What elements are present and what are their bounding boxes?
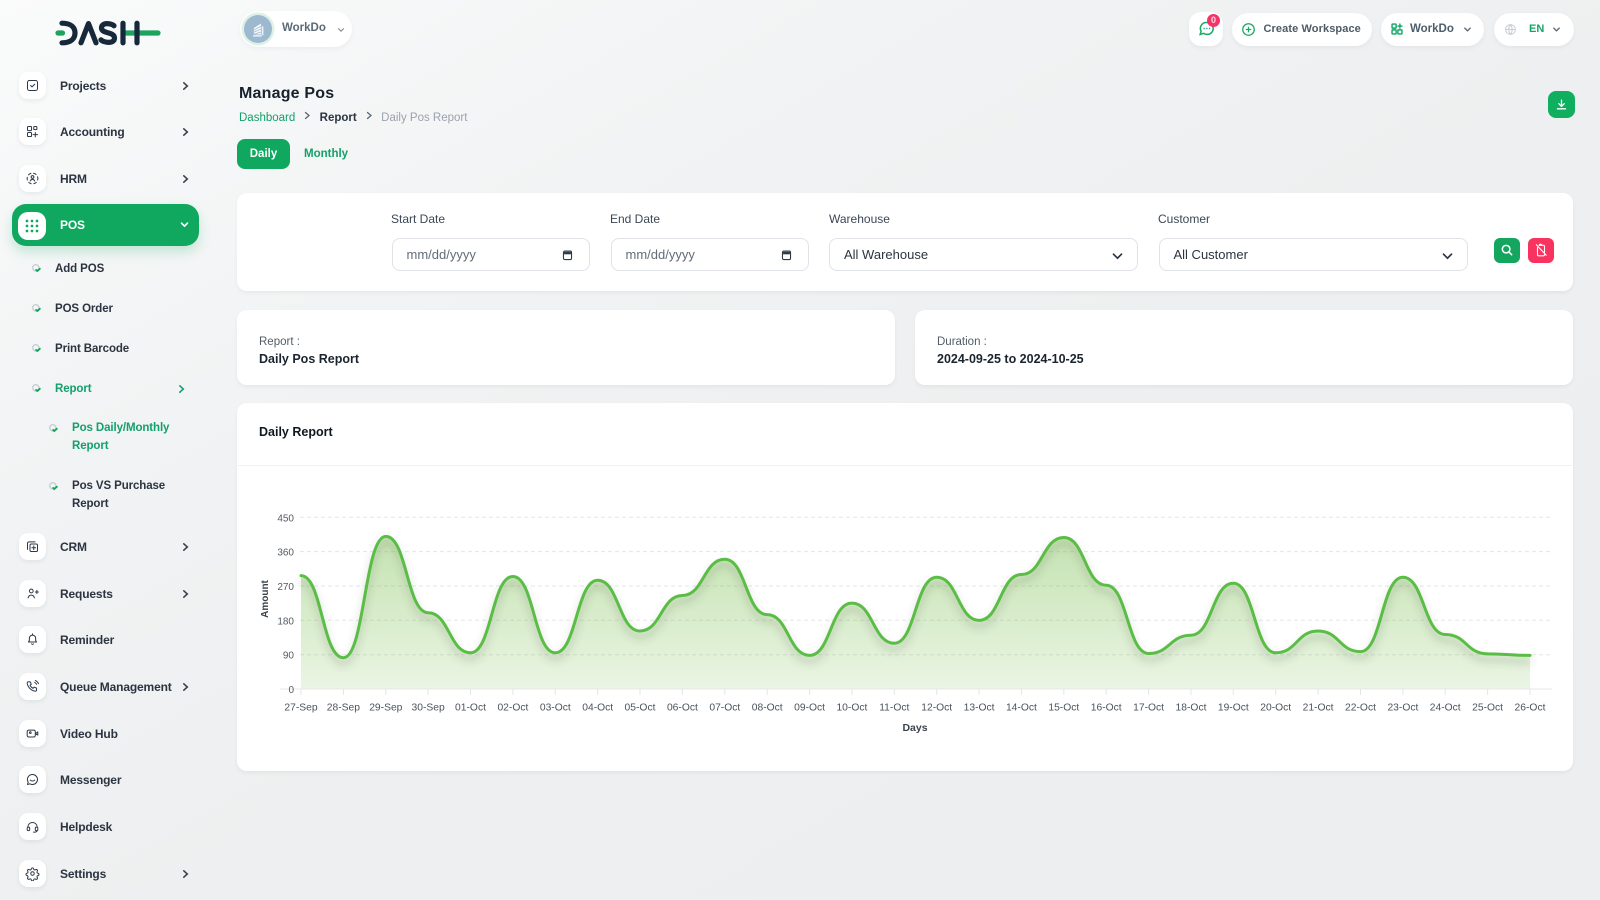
svg-text:11-Oct: 11-Oct [879,703,909,714]
svg-text:16-Oct: 16-Oct [1091,703,1122,714]
svg-text:15-Oct: 15-Oct [1048,703,1079,714]
svg-text:270: 270 [277,582,294,593]
svg-text:03-Oct: 03-Oct [540,703,571,714]
svg-text:07-Oct: 07-Oct [709,703,740,714]
svg-text:08-Oct: 08-Oct [752,703,783,714]
svg-text:13-Oct: 13-Oct [964,703,995,714]
svg-text:30-Sep: 30-Sep [411,703,444,714]
svg-text:19-Oct: 19-Oct [1218,703,1249,714]
svg-text:17-Oct: 17-Oct [1133,703,1164,714]
svg-text:450: 450 [277,513,294,524]
svg-text:21-Oct: 21-Oct [1303,703,1334,714]
svg-text:05-Oct: 05-Oct [625,703,656,714]
svg-text:28-Sep: 28-Sep [327,703,360,714]
svg-text:Days: Days [902,722,927,734]
svg-text:29-Sep: 29-Sep [369,703,402,714]
svg-text:0: 0 [288,685,294,696]
svg-text:25-Oct: 25-Oct [1472,703,1503,714]
svg-text:360: 360 [277,548,294,559]
svg-text:27-Sep: 27-Sep [284,703,317,714]
svg-text:10-Oct: 10-Oct [836,703,867,714]
svg-text:18-Oct: 18-Oct [1176,703,1207,714]
svg-text:01-Oct: 01-Oct [455,703,486,714]
svg-text:04-Oct: 04-Oct [582,703,613,714]
svg-text:14-Oct: 14-Oct [1006,703,1037,714]
svg-text:06-Oct: 06-Oct [667,703,698,714]
svg-text:02-Oct: 02-Oct [497,703,528,714]
svg-text:22-Oct: 22-Oct [1345,703,1376,714]
svg-text:26-Oct: 26-Oct [1515,703,1546,714]
svg-text:23-Oct: 23-Oct [1387,703,1418,714]
svg-text:90: 90 [283,651,295,662]
svg-text:24-Oct: 24-Oct [1430,703,1461,714]
svg-text:Amount: Amount [260,579,271,617]
svg-text:12-Oct: 12-Oct [921,703,952,714]
svg-text:09-Oct: 09-Oct [794,703,825,714]
svg-text:180: 180 [277,616,294,627]
svg-text:20-Oct: 20-Oct [1260,703,1291,714]
